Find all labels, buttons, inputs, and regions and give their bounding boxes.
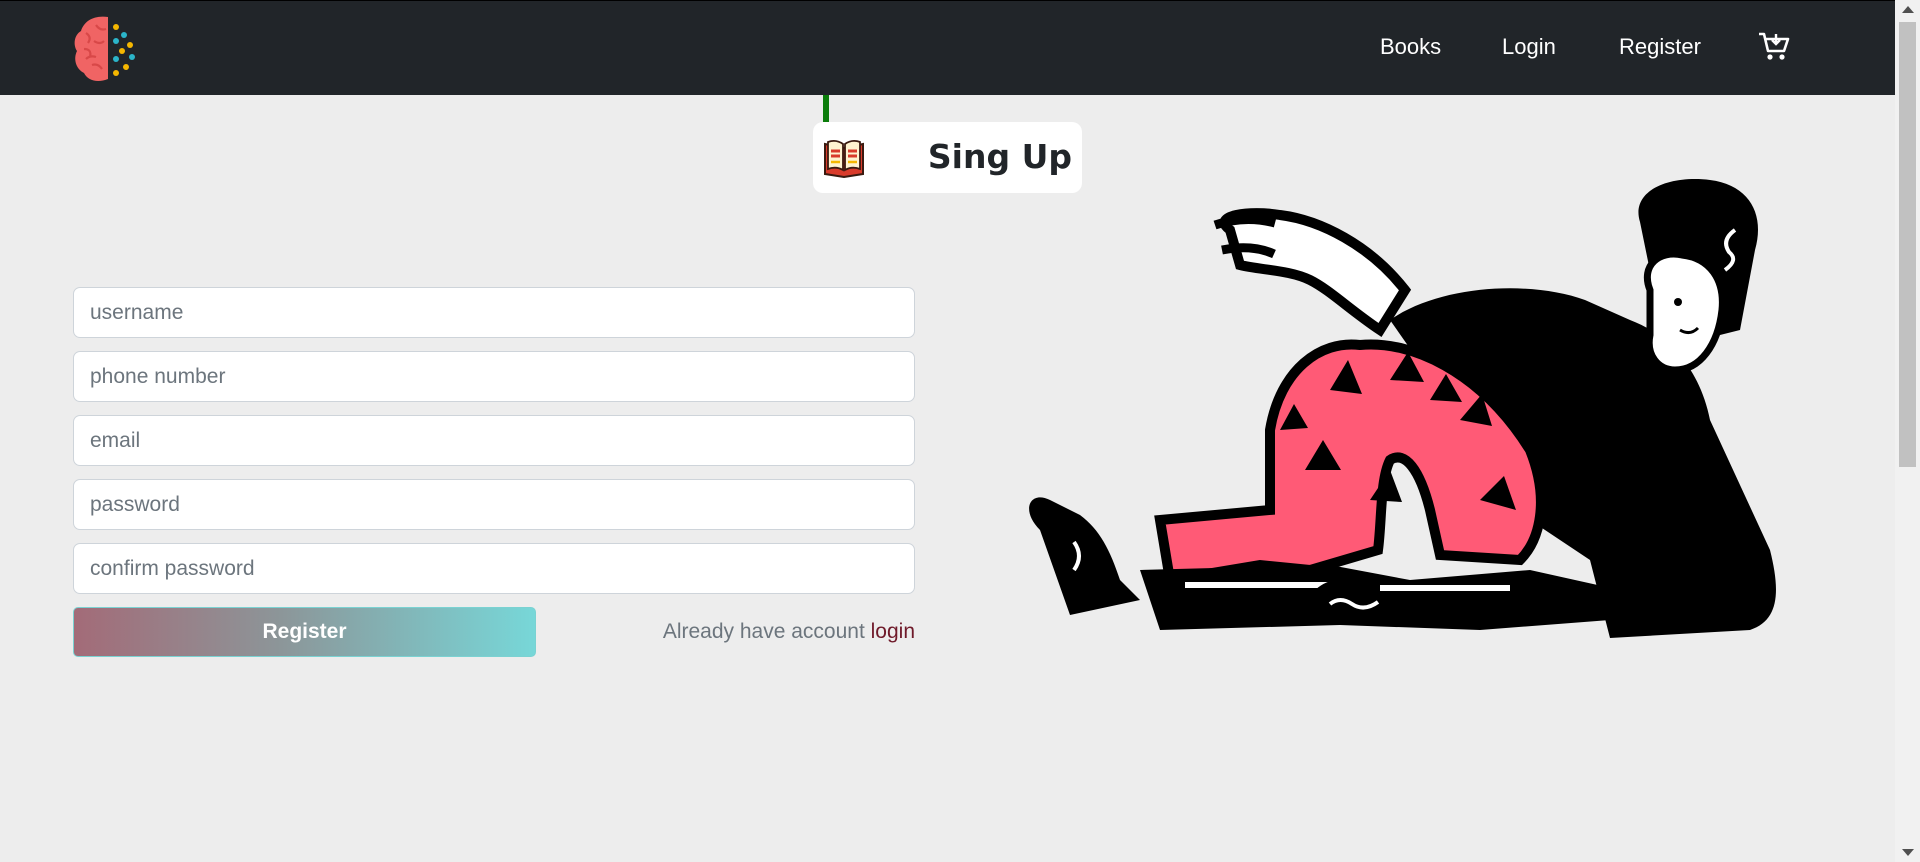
confirm-password-input[interactable] — [73, 543, 915, 594]
email-input[interactable] — [73, 415, 915, 466]
nav-link-books[interactable]: Books — [1380, 34, 1441, 60]
nav-link-register[interactable]: Register — [1619, 34, 1701, 60]
scrollbar-thumb[interactable] — [1899, 22, 1916, 467]
title-accent-bar — [823, 95, 829, 123]
book-icon — [824, 139, 864, 178]
scroll-up-arrow-icon[interactable] — [1902, 6, 1914, 13]
password-input[interactable] — [73, 479, 915, 530]
vertical-scrollbar[interactable] — [1895, 0, 1920, 862]
register-button[interactable]: Register — [73, 607, 536, 657]
phone-number-input[interactable] — [73, 351, 915, 402]
username-input[interactable] — [73, 287, 915, 338]
brain-logo-icon[interactable] — [72, 13, 142, 85]
scroll-down-arrow-icon[interactable] — [1902, 849, 1914, 856]
reclining-person-illustration — [1029, 179, 1776, 638]
login-link[interactable]: login — [871, 620, 915, 643]
login-prompt: Already have account login — [663, 620, 915, 644]
login-prompt-text: Already have account — [662, 620, 865, 643]
navbar: Books Login Register — [0, 0, 1895, 95]
nav-link-login[interactable]: Login — [1502, 34, 1556, 60]
cart-icon[interactable] — [1758, 31, 1790, 61]
